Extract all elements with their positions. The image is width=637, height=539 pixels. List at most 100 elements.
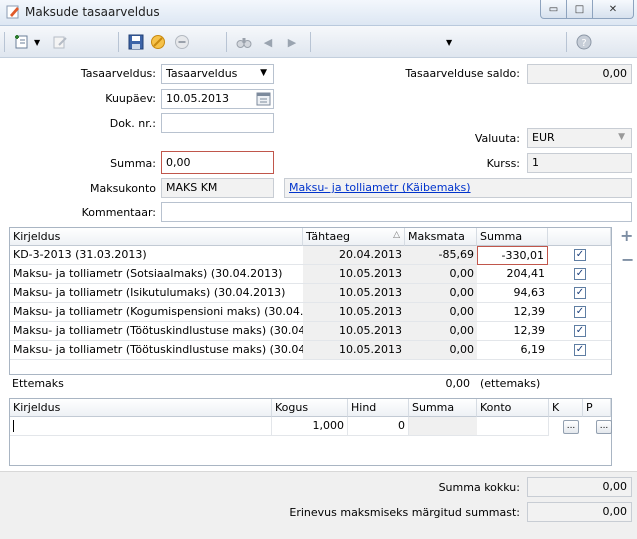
column-header-hind[interactable]: Hind bbox=[348, 399, 409, 417]
minus-icon: − bbox=[621, 250, 635, 269]
chevron-down-icon[interactable]: ▼ bbox=[260, 68, 267, 78]
summa-label: Summa: bbox=[110, 157, 156, 170]
chevron-down-icon[interactable]: ▼ bbox=[618, 132, 625, 142]
kurss-label: Kurss: bbox=[486, 157, 520, 170]
maksukonto-link-box: Maksu- ja tolliametr (Käibemaks) bbox=[284, 178, 632, 198]
row-tahtaeg: 10.05.2013 bbox=[303, 341, 405, 360]
column-header-kirjeldus[interactable]: Kirjeldus bbox=[10, 228, 303, 246]
minimize-button[interactable]: ▭ bbox=[540, 0, 567, 19]
line-summa-field bbox=[409, 417, 477, 436]
row-kirjeldus: KD-3-2013 (31.03.2013) bbox=[10, 246, 303, 265]
valuuta-select[interactable]: EUR ▼ bbox=[527, 128, 632, 148]
valuuta-value: EUR bbox=[532, 131, 555, 144]
column-header-tahtaeg[interactable]: Tähtaeg △ bbox=[303, 228, 405, 246]
tax-grid[interactable]: Kirjeldus Tähtaeg △ Maksmata Summa KD-3-… bbox=[9, 227, 612, 375]
edit-icon bbox=[53, 36, 67, 49]
text-cursor bbox=[13, 420, 14, 432]
row-maksmata: 0,00 bbox=[405, 303, 477, 322]
p-lookup-button[interactable]: ... bbox=[596, 420, 612, 434]
row-checkbox[interactable]: ✓ bbox=[574, 325, 586, 337]
column-header-summa[interactable]: Summa bbox=[409, 399, 477, 417]
new-dropdown-arrow-icon[interactable]: ▼ bbox=[34, 38, 40, 47]
find-button[interactable] bbox=[234, 32, 254, 52]
column-header-maksmata[interactable]: Maksmata bbox=[405, 228, 477, 246]
summa-kokku-label: Summa kokku: bbox=[438, 481, 520, 494]
minus-circle-icon bbox=[175, 35, 189, 49]
app-icon bbox=[6, 5, 19, 19]
row-kirjeldus: Maksu- ja tolliametr (Kogumispensioni ma… bbox=[10, 303, 303, 322]
tasaarveldus-select[interactable]: Tasaarveldus ▼ bbox=[161, 64, 274, 84]
summa-kokku-field: 0,00 bbox=[527, 477, 632, 497]
line-kogus-input[interactable]: 1,000 bbox=[272, 417, 348, 436]
save-button[interactable] bbox=[126, 32, 146, 52]
saldo-label: Tasaarvelduse saldo: bbox=[405, 67, 520, 80]
add-row-button[interactable]: + bbox=[620, 226, 633, 245]
row-summa[interactable]: -330,01 bbox=[477, 246, 548, 265]
line-hind-input[interactable]: 0 bbox=[348, 417, 409, 436]
k-lookup-button[interactable]: ... bbox=[563, 420, 579, 434]
lines-grid[interactable]: Kirjeldus Kogus Hind Summa Konto K P 1,0… bbox=[9, 398, 612, 466]
row-maksmata: 0,00 bbox=[405, 265, 477, 284]
row-checkbox[interactable]: ✓ bbox=[574, 268, 586, 280]
row-summa[interactable]: 6,19 bbox=[477, 341, 548, 360]
edit-button[interactable] bbox=[50, 32, 70, 52]
help-button[interactable]: ? bbox=[574, 32, 594, 52]
maximize-button[interactable]: □ bbox=[566, 0, 593, 19]
line-konto-input[interactable] bbox=[477, 417, 549, 436]
row-checkbox[interactable]: ✓ bbox=[574, 344, 586, 356]
row-checkbox[interactable]: ✓ bbox=[574, 287, 586, 299]
summa-input[interactable]: 0,00 bbox=[161, 151, 274, 174]
maksukonto-link[interactable]: Maksu- ja tolliametr (Käibemaks) bbox=[289, 181, 471, 194]
maksukonto-field[interactable]: MAKS KM bbox=[161, 178, 274, 198]
column-header-summa[interactable]: Summa bbox=[477, 228, 548, 246]
row-tahtaeg: 10.05.2013 bbox=[303, 265, 405, 284]
calendar-button[interactable] bbox=[256, 91, 271, 108]
valuuta-label: Valuuta: bbox=[474, 132, 520, 145]
saldo-field: 0,00 bbox=[527, 64, 632, 84]
new-document-button[interactable] bbox=[12, 32, 32, 52]
column-header-kogus[interactable]: Kogus bbox=[272, 399, 348, 417]
row-checkbox[interactable]: ✓ bbox=[574, 249, 586, 261]
column-header-konto[interactable]: Konto bbox=[477, 399, 549, 417]
previous-button[interactable]: ◀ bbox=[258, 32, 278, 52]
column-header-k[interactable]: K bbox=[549, 399, 583, 417]
ettemaks-value[interactable]: 0,00 bbox=[360, 377, 471, 390]
sort-arrow-icon: △ bbox=[393, 230, 400, 240]
kuupaev-field[interactable]: 10.05.2013 bbox=[161, 89, 274, 109]
options-dropdown-arrow-icon[interactable]: ▼ bbox=[446, 38, 452, 47]
toolbar-grip bbox=[4, 32, 5, 52]
tasaarveldus-label: Tasaarveldus: bbox=[80, 67, 156, 80]
toolbar-separator bbox=[226, 32, 227, 52]
row-summa[interactable]: 204,41 bbox=[477, 265, 548, 284]
close-button[interactable]: ✕ bbox=[592, 0, 634, 19]
title-bar[interactable]: Maksude tasaarveldus ▭ □ ✕ bbox=[0, 0, 637, 26]
doknr-input[interactable] bbox=[161, 113, 274, 133]
column-header-check[interactable] bbox=[548, 228, 611, 246]
plus-icon: + bbox=[620, 226, 634, 245]
next-button[interactable]: ▶ bbox=[282, 32, 302, 52]
cancel-icon bbox=[151, 35, 165, 49]
row-checkbox[interactable]: ✓ bbox=[574, 306, 586, 318]
line-kirjeldus-input[interactable] bbox=[10, 417, 272, 436]
delete-button[interactable] bbox=[172, 32, 192, 52]
kommentaar-input[interactable] bbox=[161, 202, 632, 222]
close-icon: ✕ bbox=[608, 3, 618, 15]
row-summa[interactable]: 12,39 bbox=[477, 322, 548, 341]
arrow-left-icon: ◀ bbox=[263, 35, 273, 49]
column-header-p[interactable]: P bbox=[583, 399, 611, 417]
cancel-button[interactable] bbox=[148, 32, 168, 52]
row-tahtaeg: 10.05.2013 bbox=[303, 303, 405, 322]
column-header-kirjeldus[interactable]: Kirjeldus bbox=[10, 399, 272, 417]
row-tahtaeg: 10.05.2013 bbox=[303, 322, 405, 341]
toolbar-separator bbox=[118, 32, 119, 52]
row-maksmata: 0,00 bbox=[405, 284, 477, 303]
row-maksmata: 0,00 bbox=[405, 322, 477, 341]
row-summa[interactable]: 12,39 bbox=[477, 303, 548, 322]
row-summa[interactable]: 94,63 bbox=[477, 284, 548, 303]
row-tahtaeg: 10.05.2013 bbox=[303, 284, 405, 303]
remove-row-button[interactable]: − bbox=[621, 250, 634, 269]
kurss-field: 1 bbox=[527, 153, 632, 173]
row-kirjeldus: Maksu- ja tolliametr (Sotsiaalmaks) (30.… bbox=[10, 265, 303, 284]
row-kirjeldus: Maksu- ja tolliametr (Töötuskindlustuse … bbox=[10, 322, 303, 341]
kommentaar-label: Kommentaar: bbox=[81, 206, 156, 219]
